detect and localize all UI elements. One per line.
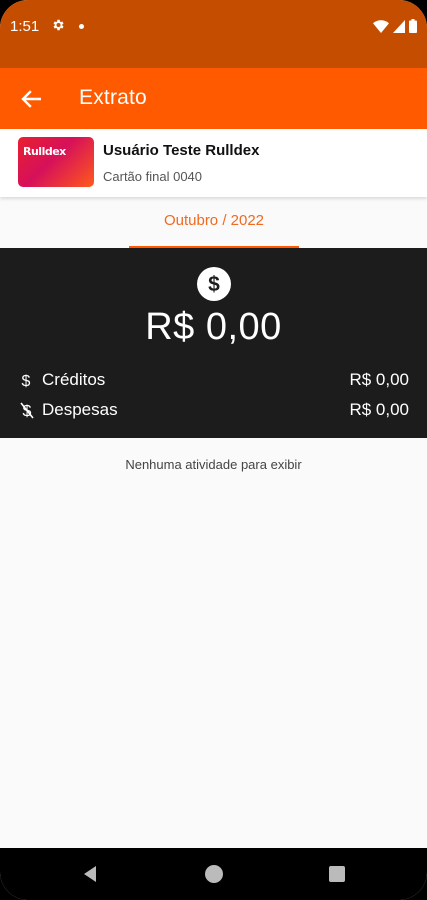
gear-icon	[53, 19, 64, 31]
back-button[interactable]	[14, 83, 48, 115]
status-bar: 1:51	[0, 0, 427, 68]
balance-summary: $ R$ 0,00 $ Créditos R$ 0,00 $ Despesas …	[0, 248, 427, 438]
expenses-row: $ Despesas R$ 0,00	[20, 398, 409, 422]
expenses-value: R$ 0,00	[349, 400, 409, 419]
expenses-label: Despesas	[42, 400, 118, 419]
svg-text:$: $	[22, 373, 31, 389]
system-nav-bar	[0, 848, 427, 900]
tab-month-label: Outubro / 2022	[163, 212, 265, 229]
app-bar: Extrato	[0, 68, 427, 129]
page-title: Extrato	[79, 86, 147, 109]
status-time: 1:51	[10, 18, 40, 35]
card-logo: Rulldex	[23, 145, 66, 158]
dot-icon	[79, 24, 84, 29]
wifi-icon	[373, 19, 389, 33]
empty-state-message: Nenhuma atividade para exibir	[125, 457, 302, 472]
phone-screen: 1:51 Extrato Rulldex Usuário Teste Rulld…	[0, 0, 427, 900]
dollar-off-icon: $	[20, 401, 36, 419]
credits-label: Créditos	[42, 370, 106, 389]
card-image: Rulldex	[18, 137, 94, 187]
signal-icon	[393, 19, 405, 33]
credits-row: $ Créditos R$ 0,00	[20, 368, 409, 392]
dollar-circle-icon: $	[197, 267, 231, 301]
arrow-left-icon	[21, 90, 41, 108]
dollar-icon: $	[20, 371, 36, 389]
tab-month[interactable]: Outubro / 2022	[129, 210, 299, 248]
card-info: Rulldex Usuário Teste Rulldex Cartão fin…	[0, 129, 427, 197]
battery-icon	[409, 19, 417, 33]
nav-home-icon[interactable]	[205, 865, 223, 883]
status-right-icons	[373, 19, 417, 33]
balance-total: R$ 0,00	[145, 306, 282, 348]
nav-back-icon[interactable]	[80, 864, 100, 884]
user-name: Usuário Teste Rulldex	[103, 142, 260, 159]
card-number-label: Cartão final 0040	[103, 169, 203, 184]
svg-text:$: $	[208, 273, 220, 296]
credits-value: R$ 0,00	[349, 370, 409, 389]
nav-recents-icon[interactable]	[329, 866, 345, 882]
